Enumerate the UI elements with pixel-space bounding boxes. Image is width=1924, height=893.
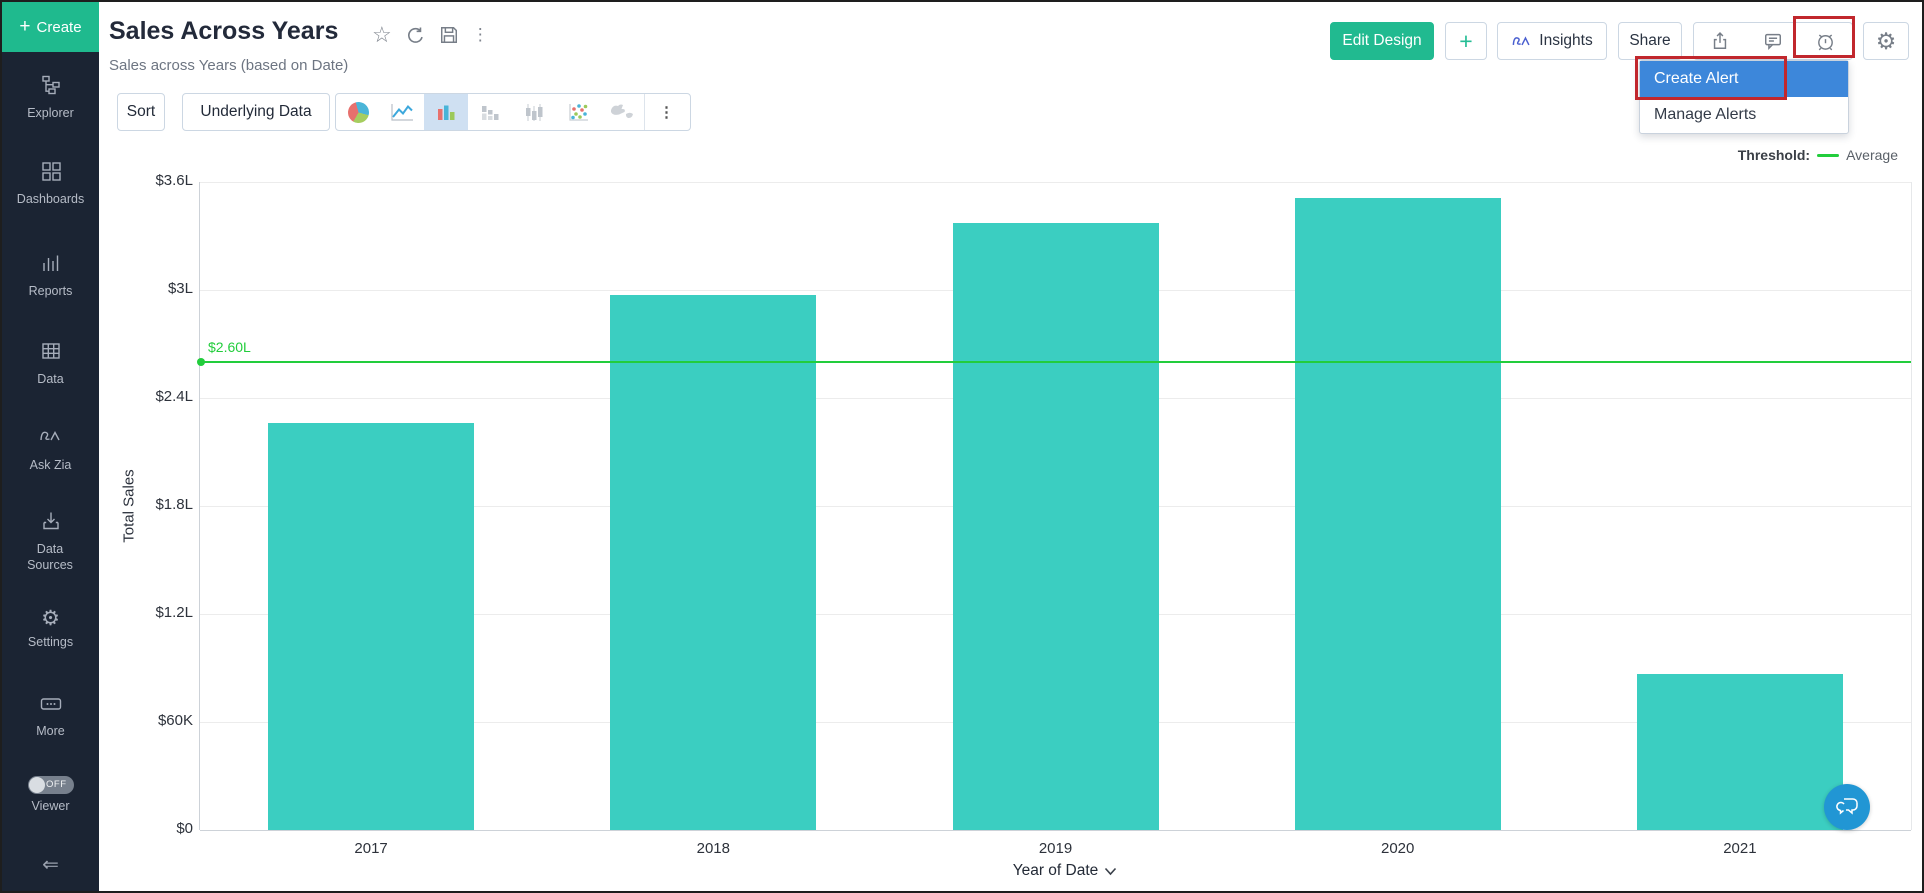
legend-label: Average [1846, 147, 1898, 163]
plus-icon: + [19, 16, 31, 37]
threshold-line [201, 361, 1911, 363]
sidebar-item-more[interactable]: More [2, 694, 99, 740]
main-content: Sales Across Years ☆ ⋮ Sales across Year… [99, 2, 1922, 891]
app-window: + Create Explorer Dashboards Reports Dat… [0, 0, 1924, 893]
y-tick-label: $3L [167, 280, 193, 297]
explorer-icon [41, 75, 60, 95]
sidebar-item-label: Dashboards [16, 192, 85, 206]
sidebar: + Create Explorer Dashboards Reports Dat… [2, 2, 99, 891]
sidebar-viewer-toggle-item: OFF Viewer [2, 776, 99, 815]
gridline [200, 181, 1911, 183]
sidebar-item-dashboards[interactable]: Dashboards [2, 160, 99, 208]
bar-chart: $0 $60K $1.2L $1.8L $2.4L $3L $3.6L 2017 2018 201… [99, 2, 1922, 891]
viewer-label: Viewer [31, 799, 70, 813]
zia-icon [39, 431, 60, 441]
sidebar-item-label: More [36, 724, 65, 738]
y-axis-title: Total Sales [120, 469, 138, 543]
bar[interactable] [1294, 198, 1501, 830]
sidebar-item-label: Reports [28, 284, 73, 298]
x-tick-label: 2021 [1723, 840, 1757, 857]
sidebar-item-label: Data Sources [27, 542, 73, 572]
toggle-state-label: OFF [46, 779, 67, 790]
chat-bubbles-icon [1836, 798, 1858, 815]
y-tick-label: $2.4L [155, 388, 193, 405]
sidebar-item-data-sources[interactable]: Data Sources [2, 510, 99, 573]
menu-item-create-alert[interactable]: Create Alert [1640, 61, 1848, 97]
y-tick-label: $60K [157, 712, 193, 729]
more-ellipsis-icon [40, 698, 61, 710]
alert-dropdown-menu: Create Alert Manage Alerts [1639, 60, 1849, 134]
data-table-icon [41, 343, 60, 359]
reports-icon [42, 255, 58, 271]
collapse-sidebar-icon[interactable]: ⇐ [2, 852, 99, 877]
dashboards-icon [41, 162, 61, 181]
bar[interactable] [610, 295, 817, 830]
x-tick-label: 2018 [696, 840, 730, 857]
threshold-line-dot [197, 358, 205, 366]
y-tick-label: $1.2L [155, 604, 193, 621]
x-tick-label: 2017 [354, 840, 388, 857]
y-axis-line [199, 182, 200, 830]
x-axis-title[interactable]: Year of Date [975, 862, 1155, 880]
threshold-line-swatch [1817, 153, 1840, 157]
bar[interactable] [952, 223, 1159, 830]
sidebar-item-reports[interactable]: Reports [2, 252, 99, 300]
chevron-down-icon [1105, 867, 1117, 875]
sidebar-item-explorer[interactable]: Explorer [2, 74, 99, 122]
bar[interactable] [1636, 674, 1843, 830]
settings-gear-icon: ⚙ [41, 607, 60, 630]
y-tick-label: $3.6L [155, 172, 193, 189]
plot-right-border [1911, 182, 1912, 830]
sidebar-item-label: Data [37, 372, 64, 386]
x-axis-title-label: Year of Date [1012, 862, 1099, 879]
threshold-legend: Threshold: Average [1738, 147, 1898, 163]
data-sources-icon [42, 512, 59, 530]
toggle-knob [28, 777, 45, 793]
sidebar-item-settings[interactable]: ⚙ Settings [2, 608, 99, 651]
create-button[interactable]: + Create [2, 2, 99, 52]
sidebar-item-label: Settings [27, 635, 74, 649]
x-tick-label: 2019 [1038, 840, 1073, 857]
create-button-label: Create [36, 18, 82, 36]
bar[interactable] [268, 423, 475, 830]
threshold-value-label: $2.60L [208, 339, 251, 355]
sidebar-item-data[interactable]: Data [2, 340, 99, 388]
zia-chat-button[interactable] [1824, 784, 1870, 830]
sidebar-item-label: Explorer [27, 106, 74, 120]
legend-title: Threshold: [1737, 147, 1811, 163]
sidebar-item-ask-zia[interactable]: Ask Zia [2, 426, 99, 474]
y-tick-label: $0 [176, 820, 193, 837]
sidebar-item-label: Ask Zia [29, 458, 72, 472]
viewer-toggle[interactable]: OFF [27, 776, 74, 794]
x-tick-label: 2020 [1381, 840, 1415, 857]
menu-item-manage-alerts[interactable]: Manage Alerts [1640, 97, 1848, 133]
